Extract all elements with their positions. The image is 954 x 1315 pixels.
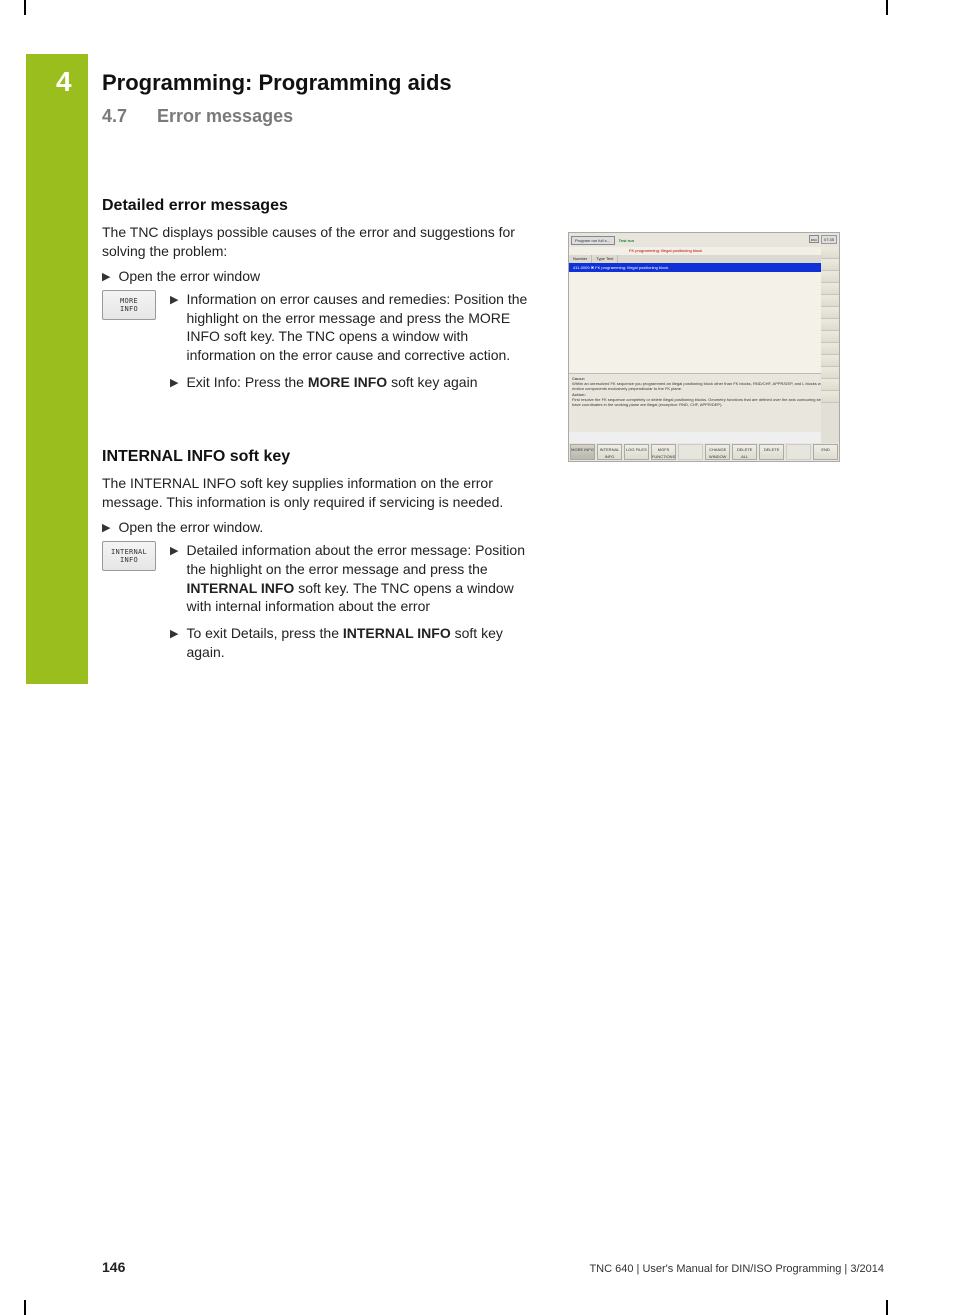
list-item: ▶ Open the error window [102, 267, 532, 286]
softkey-block: INTERNAL INFO ▶ Detailed information abo… [102, 541, 842, 670]
bullet-text: Information on error causes and remedies… [186, 290, 530, 366]
bullet-text: Exit Info: Press the MORE INFO soft key … [186, 373, 477, 392]
triangle-right-icon: ▶ [102, 521, 110, 534]
chapter-title: Programming: Programming aids [102, 70, 842, 96]
softkey[interactable]: DELETE ALL [732, 444, 757, 460]
triangle-right-icon: ▶ [170, 376, 178, 389]
subheading-detailed: Detailed error messages [102, 197, 842, 215]
col-header: Number [569, 255, 592, 263]
internal-info-softkey[interactable]: INTERNAL INFO [102, 541, 156, 571]
sub-bullet-list: ▶ Detailed information about the error m… [170, 541, 842, 670]
softkey[interactable]: END [813, 444, 838, 460]
triangle-right-icon: ▶ [170, 293, 178, 306]
list-item: ▶ Open the error window. [102, 518, 532, 537]
shot-sidebar [821, 247, 839, 443]
bullet-text: Detailed information about the error mes… [186, 541, 530, 617]
shot-error-line: FK programming: Illegal positioning bloc… [569, 247, 839, 255]
crop-mark [886, 0, 888, 15]
shot-details-pane: Cause: Within an unresolved FK sequence … [569, 374, 839, 432]
bullet-text: To exit Details, press the INTERNAL INFO… [186, 624, 530, 662]
shot-time: 07:35 [821, 235, 837, 244]
action-text: First resolve the FK sequence completely… [572, 397, 836, 407]
col-header: Type Text [592, 255, 618, 263]
shot-columns: Number Type Text [569, 255, 839, 263]
paragraph: The INTERNAL INFO soft key supplies info… [102, 474, 532, 512]
list-item: ▶ To exit Details, press the INTERNAL IN… [170, 624, 530, 662]
triangle-right-icon: ▶ [170, 544, 178, 557]
chapter-number: 4 [56, 66, 72, 98]
softkey-label: INFO [103, 556, 155, 564]
softkey[interactable]: LOG FILES [624, 444, 649, 460]
softkey[interactable]: DELETE [759, 444, 784, 460]
dnc-badge: DNC [809, 235, 819, 243]
page-footer: 146 TNC 640 | User's Manual for DIN/ISO … [102, 1259, 884, 1275]
shot-mode-label: Program run full s… [571, 236, 615, 245]
softkey[interactable]: MOFS FUNCTIONS [651, 444, 676, 460]
softkey[interactable]: CHANGE WINDOW [705, 444, 730, 460]
crop-mark [24, 1300, 26, 1315]
crop-mark [886, 1300, 888, 1315]
paragraph: The TNC displays possible causes of the … [102, 223, 532, 261]
list-item: ▶ Information on error causes and remedi… [170, 290, 530, 366]
softkey-label: MORE [103, 297, 155, 305]
triangle-right-icon: ▶ [170, 627, 178, 640]
softkey-blank [678, 444, 703, 460]
footer-text: TNC 640 | User's Manual for DIN/ISO Prog… [589, 1263, 884, 1275]
list-item: ▶ Detailed information about the error m… [170, 541, 530, 617]
section-number: 4.7 [102, 106, 152, 127]
softkey[interactable]: INTERNAL INFO [597, 444, 622, 460]
list-item: ▶ Exit Info: Press the MORE INFO soft ke… [170, 373, 530, 392]
chapter-tab [26, 54, 88, 684]
shot-title: Test run [619, 238, 634, 243]
more-info-softkey[interactable]: MORE INFO [102, 290, 156, 320]
cause-text: Within an unresolved FK sequence you pro… [572, 381, 836, 391]
section-title: Error messages [157, 106, 293, 126]
bullet-text: Open the error window [118, 267, 260, 286]
softkey[interactable]: MORE INFO [570, 444, 595, 460]
tnc-screenshot: Program run full s… Test run DNC 07:35 F… [568, 232, 840, 462]
shot-softkey-row: MORE INFO INTERNAL INFO LOG FILES MOFS F… [569, 443, 839, 461]
shot-titlebar: Program run full s… Test run [569, 233, 839, 247]
softkey-label: INFO [103, 305, 155, 313]
bullet-text: Open the error window. [118, 518, 263, 537]
softkey-label: INTERNAL [103, 548, 155, 556]
section-heading: 4.7 Error messages [102, 106, 842, 127]
triangle-right-icon: ▶ [102, 270, 110, 283]
shot-selected-row: 411-0009 ✖ FK programming: Illegal posit… [569, 263, 839, 272]
crop-mark [24, 0, 26, 15]
shot-list-area [569, 272, 839, 374]
softkey-blank [786, 444, 811, 460]
page-number: 146 [102, 1259, 125, 1275]
section-internal: INTERNAL INFO soft key The INTERNAL INFO… [102, 448, 842, 670]
